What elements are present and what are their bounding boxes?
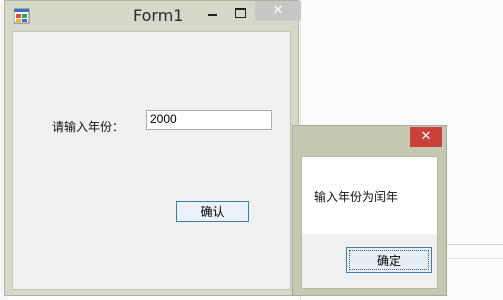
minimize-icon[interactable] [202, 3, 222, 23]
form1-client-area: 请输入年份： 2000 确认 [12, 31, 291, 290]
divider [445, 258, 503, 259]
maximize-icon[interactable] [233, 3, 253, 23]
confirm-button[interactable]: 确认 [176, 201, 249, 222]
form1-titlebar[interactable]: Form1 ✕ [5, 1, 301, 31]
windows-forms-app-icon[interactable] [14, 8, 30, 24]
message-body: 输入年份为闰年 [302, 157, 437, 234]
close-icon[interactable]: ✕ [255, 1, 301, 21]
message-box: ✕ 输入年份为闰年 确定 [292, 125, 447, 296]
window-title: Form1 [133, 6, 184, 25]
message-box-client: 输入年份为闰年 确定 [301, 156, 438, 289]
year-input[interactable]: 2000 [146, 110, 272, 130]
divider [445, 244, 503, 245]
form1-window: Form1 ✕ 请输入年份： 2000 确认 [4, 0, 301, 296]
close-icon[interactable]: ✕ [410, 127, 442, 147]
ok-button[interactable]: 确定 [346, 247, 432, 273]
message-text: 输入年份为闰年 [314, 190, 399, 204]
year-label: 请输入年份： [52, 120, 125, 134]
